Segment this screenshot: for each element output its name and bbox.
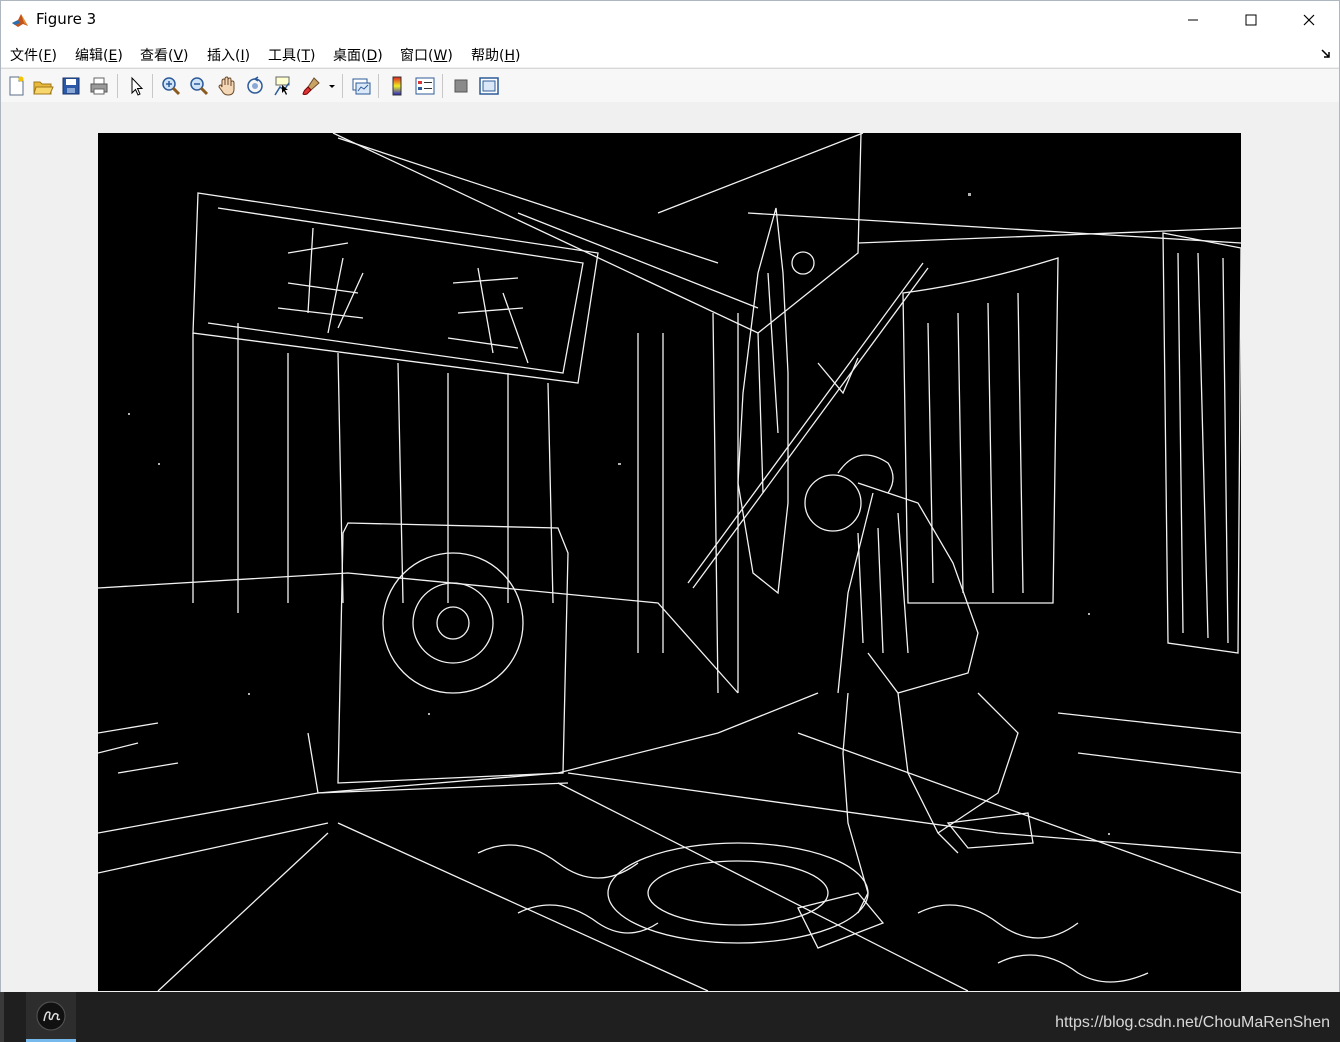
new-figure-icon [9,76,24,96]
menu-help[interactable]: 帮助(H) [471,45,520,65]
toolbar-separator [342,74,343,98]
zoom-in-button[interactable] [160,75,182,97]
edge-detection-image[interactable] [98,133,1241,991]
taskbar: https://blog.csdn.net/ChouMaRenShen [0,992,1340,1042]
show-plot-tools-icon [479,77,499,95]
toolbar-separator [378,74,379,98]
edge-image-drawing [98,133,1241,991]
pointer-icon [131,76,144,96]
menu-window[interactable]: 窗口(W) [400,45,453,65]
menu-tools[interactable]: 工具(T) [268,45,316,65]
maximize-icon [1245,11,1257,30]
legend-button[interactable] [414,75,436,97]
colorbar-icon [392,76,402,96]
menu-view[interactable]: 查看(V) [140,45,189,65]
close-button[interactable] [1280,1,1338,39]
zoom-out-icon [190,77,209,96]
colorbar-button[interactable] [386,75,408,97]
print-button[interactable] [88,75,110,97]
taskbar-left-edge [0,992,4,1042]
show-plot-tools-button[interactable] [478,75,500,97]
toolbar-separator [442,74,443,98]
minimize-icon [1187,11,1199,30]
print-icon [90,77,108,95]
link-plot-icon [352,78,371,95]
chevron-down-icon [329,85,335,88]
open-file-icon [33,81,54,95]
menu-file[interactable]: 文件(F) [10,45,57,65]
save-icon [62,77,80,95]
app-signature-icon [36,1001,66,1035]
maximize-button[interactable] [1222,1,1280,39]
hide-plot-tools-icon [454,79,468,93]
open-file-button[interactable] [32,75,54,97]
menu-desktop[interactable]: 桌面(D) [333,45,383,65]
brush-dropdown-button[interactable] [327,75,337,97]
toolbar-separator [152,74,153,98]
close-icon [1303,11,1315,30]
window-title: Figure 3 [36,10,97,28]
pan-hand-icon [218,76,235,96]
figure-canvas [1,102,1339,992]
data-cursor-button[interactable] [272,75,294,97]
pointer-button[interactable] [125,75,147,97]
figure-window: Figure 3 文件(F) 编辑(E) 查看(V) 插入(I) 工具(T) 桌… [0,0,1340,992]
watermark-text: https://blog.csdn.net/ChouMaRenShen [1055,1014,1330,1031]
pan-button[interactable] [216,75,238,97]
data-cursor-icon [274,76,290,96]
link-plot-button[interactable] [350,75,372,97]
title-bar[interactable]: Figure 3 [1,1,1339,39]
rotate-3d-button[interactable] [244,75,266,97]
menu-edit[interactable]: 编辑(E) [75,45,123,65]
zoom-in-icon [162,77,181,96]
new-figure-button[interactable] [5,75,27,97]
figure-toolbar [1,68,1339,103]
taskbar-app-button[interactable] [26,992,76,1042]
toolbar-separator [117,74,118,98]
menu-expand-icon[interactable] [1319,45,1333,59]
minimize-button[interactable] [1164,1,1222,39]
menu-bar: 文件(F) 编辑(E) 查看(V) 插入(I) 工具(T) 桌面(D) 窗口(W… [1,39,1339,67]
matlab-icon [11,11,29,29]
brush-icon [302,77,320,95]
save-button[interactable] [60,75,82,97]
legend-icon [415,77,435,95]
brush-button[interactable] [300,75,322,97]
zoom-out-button[interactable] [188,75,210,97]
rotate-3d-icon [247,76,263,94]
hide-plot-tools-button[interactable] [450,75,472,97]
menu-insert[interactable]: 插入(I) [207,45,250,65]
